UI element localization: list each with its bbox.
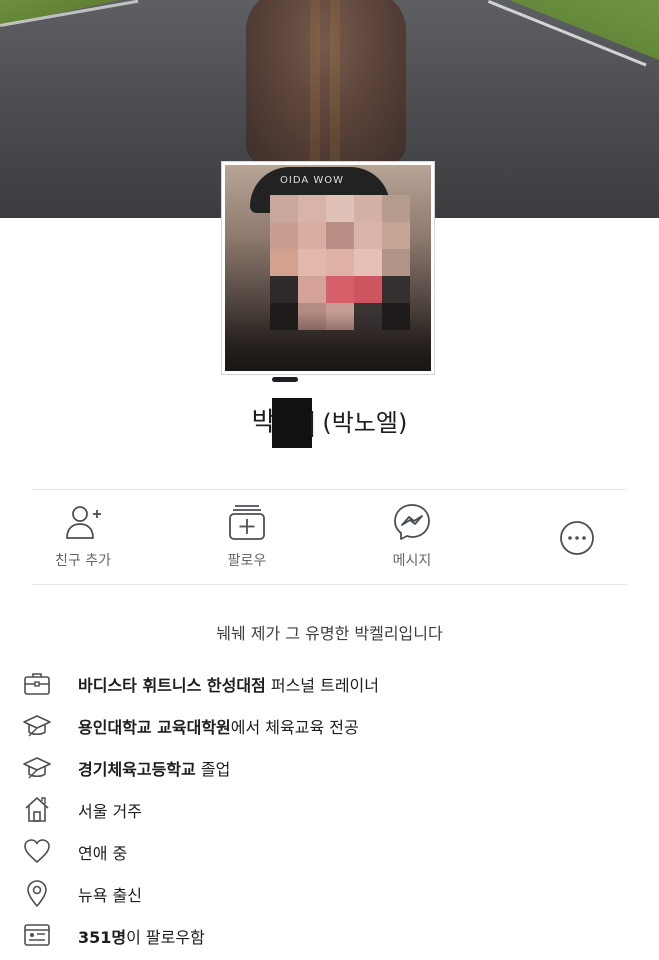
info-work-rest: 퍼스널 트레이너 [265,676,379,695]
avatar-shoulder [225,311,431,371]
info-high-school-bold: 경기체육고등학교 [78,760,196,779]
more-button[interactable] [522,496,632,558]
avatar-pixelated-face [270,195,410,330]
profile-bio: 눼눼 제가 그 유명한 박켈리입니다 [216,624,443,643]
location-pin-icon [27,880,47,907]
messenger-icon [394,504,430,540]
divider [32,489,627,490]
avatar-hat-text: OIDA WOW [280,175,345,186]
message-label: 메시지 [392,553,432,569]
followers-icon [24,924,50,946]
avatar: OIDA WOW [225,165,431,371]
info-followers-rest: 이 팔로우함 [126,928,205,947]
info-followers[interactable]: 351명이 팔로우함 [22,916,642,958]
cover-grass-right [509,0,659,60]
info-followers-count: 351명 [78,928,127,947]
heart-icon [24,839,50,863]
follow-label: 팔로우 [227,553,267,569]
info-work-bold: 바디스타 휘트니스 한성대점 [78,676,266,695]
info-relationship-text: 연애 중 [78,844,128,863]
info-from[interactable]: 뉴욕 출신 [22,874,642,916]
name-visible-end: | [307,407,317,438]
info-relationship[interactable]: 연애 중 [22,832,642,874]
info-high-school-rest: 졸업 [195,760,231,779]
graduation-cap-icon [23,715,51,737]
info-grad-school-bold: 용인대학교 교육대학원 [78,718,231,737]
info-lives-in[interactable]: 서울 거주 [22,790,642,832]
follow-icon [229,505,265,540]
intro-list: 바디스타 휘트니스 한성대점 퍼스널 트레이너 용인대학교 교육대학원에서 체육… [22,664,642,958]
briefcase-icon [24,673,50,695]
graduation-cap-icon [23,757,51,779]
divider [32,584,627,585]
info-lives-in-text: 서울 거주 [78,802,142,821]
add-friend-icon [66,506,101,539]
info-work[interactable]: 바디스타 휘트니스 한성대점 퍼스널 트레이너 [22,664,642,706]
name-redaction [271,398,312,448]
avatar-indicator [272,377,298,382]
profile-name: 박 | (박노엘) [0,398,659,448]
info-grad-school[interactable]: 용인대학교 교육대학원에서 체육교육 전공 [22,706,642,748]
info-grad-school-rest: 에서 체육교육 전공 [230,718,359,737]
profile-actions: 친구 추가 팔로우 메시지 [0,496,659,582]
profile-picture[interactable]: OIDA WOW [221,161,435,375]
home-icon [25,797,49,822]
cover-figure [246,0,406,165]
add-friend-label: 친구 추가 [55,553,111,569]
info-from-text: 뉴욕 출신 [78,886,142,905]
add-friend-button[interactable]: 친구 추가 [28,496,138,570]
more-icon [560,521,594,555]
info-high-school[interactable]: 경기체육고등학교 졸업 [22,748,642,790]
alternate-name: (박노엘) [322,408,408,437]
message-button[interactable]: 메시지 [357,496,467,570]
follow-button[interactable]: 팔로우 [192,496,302,570]
